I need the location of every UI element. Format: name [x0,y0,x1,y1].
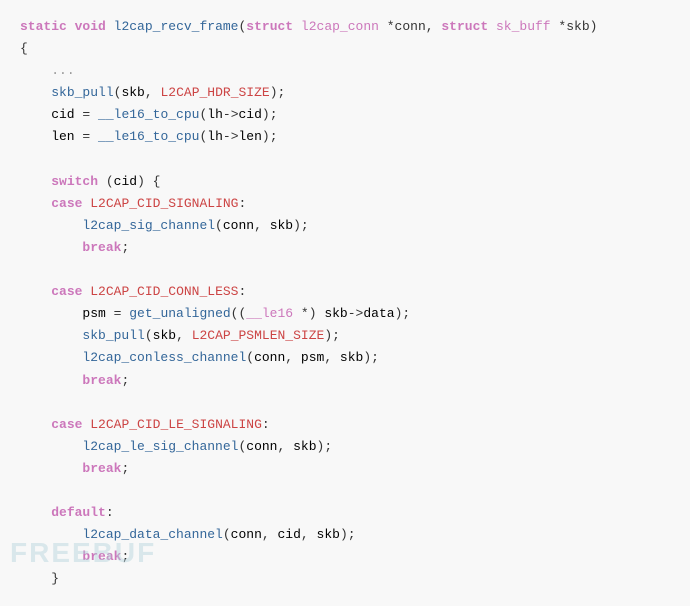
code-line-11: case L2CAP_CID_CONN_LESS: [20,281,670,303]
code-line-10: break; [20,237,670,259]
code-line-blank2 [20,259,670,281]
code-line-19: default: [20,502,670,524]
code-line-7: switch (cid) { [20,171,670,193]
code-line-blank1 [20,149,670,171]
code-line-21: break; [20,546,670,568]
code-line-15: break; [20,370,670,392]
code-line-blank3 [20,392,670,414]
code-line-3: ... [20,60,670,82]
code-line-5: cid = __le16_to_cpu(lh->cid); [20,104,670,126]
code-line-18: break; [20,458,670,480]
code-line-blank4 [20,480,670,502]
code-line-1: static void l2cap_recv_frame(struct l2ca… [20,16,670,38]
code-block: static void l2cap_recv_frame(struct l2ca… [0,0,690,606]
code-line-17: l2cap_le_sig_channel(conn, skb); [20,436,670,458]
code-line-4: skb_pull(skb, L2CAP_HDR_SIZE); [20,82,670,104]
code-line-22: } [20,568,670,590]
code-line-12: psm = get_unaligned((__le16 *) skb->data… [20,303,670,325]
code-line-6: len = __le16_to_cpu(lh->len); [20,126,670,148]
code-line-8: case L2CAP_CID_SIGNALING: [20,193,670,215]
code-line-16: case L2CAP_CID_LE_SIGNALING: [20,414,670,436]
code-line-14: l2cap_conless_channel(conn, psm, skb); [20,347,670,369]
code-line-20: l2cap_data_channel(conn, cid, skb); [20,524,670,546]
code-line-2: { [20,38,670,60]
code-line-13: skb_pull(skb, L2CAP_PSMLEN_SIZE); [20,325,670,347]
code-line-9: l2cap_sig_channel(conn, skb); [20,215,670,237]
